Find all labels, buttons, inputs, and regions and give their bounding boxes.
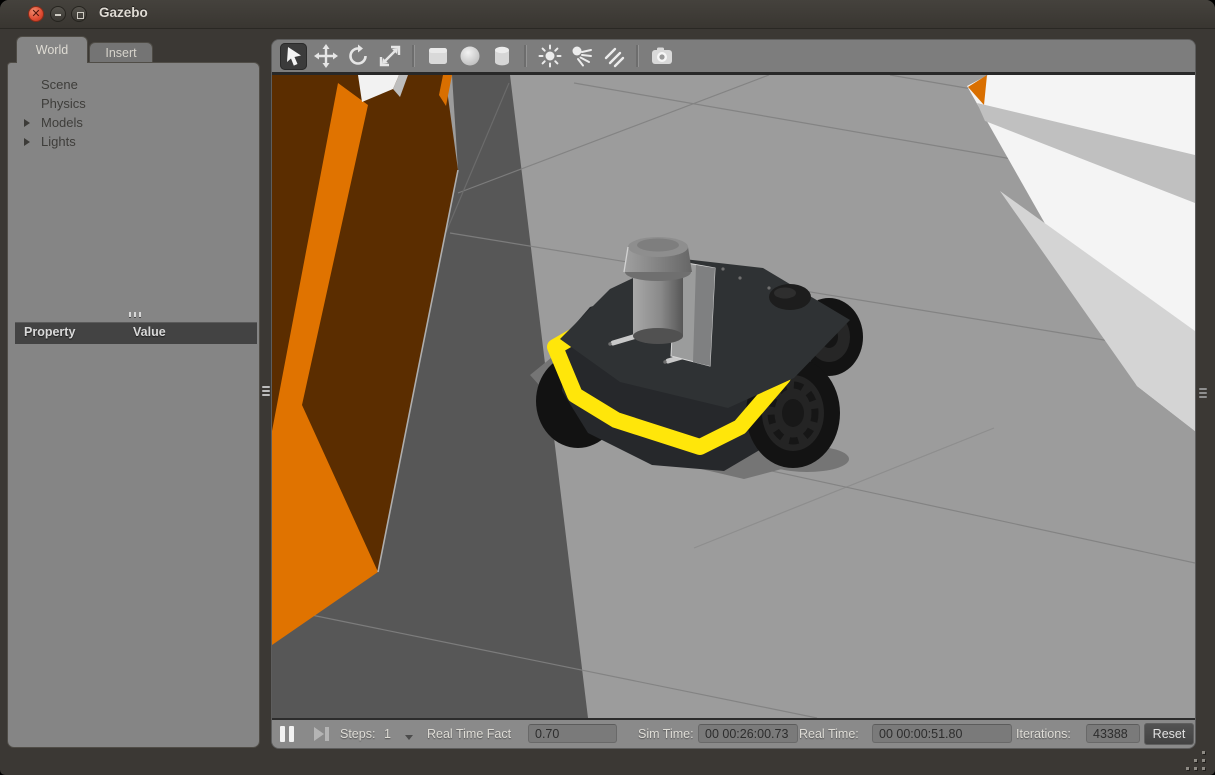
splitter-grip-icon[interactable] (129, 312, 147, 318)
tree-item-physics[interactable]: Physics (8, 94, 259, 113)
scale-icon (378, 44, 402, 68)
property-column-header[interactable]: Property (24, 325, 75, 339)
view-toolbar (272, 40, 1195, 72)
sphere-icon (457, 43, 483, 69)
render-3d-scene[interactable] (272, 75, 1195, 718)
left-panel: World Insert Scene Physics Models Lights… (7, 36, 260, 748)
translate-icon (314, 44, 338, 68)
panel-splitter-handle[interactable] (262, 384, 271, 400)
tree-item-lights[interactable]: Lights (8, 132, 259, 151)
tree-item-models[interactable]: Models (8, 113, 259, 132)
expand-arrow-icon[interactable] (24, 119, 30, 127)
step-button[interactable] (314, 727, 334, 742)
right-splitter-handle[interactable] (1199, 386, 1208, 402)
spot-light-icon (570, 44, 594, 68)
step-icon (314, 727, 324, 741)
directional-light-icon (602, 44, 626, 68)
property-table-header: Property Value (15, 322, 257, 344)
rtf-label: Real Time Fact (427, 727, 511, 741)
point-light-button[interactable] (536, 43, 563, 70)
world-tree-panel: Scene Physics Models Lights Property Val… (7, 62, 260, 748)
scale-tool-button[interactable] (376, 43, 403, 70)
steps-dropdown-icon[interactable] (405, 735, 413, 740)
tree-item-scene[interactable]: Scene (8, 75, 259, 94)
sim-time-label: Sim Time: (638, 727, 694, 741)
point-light-icon (538, 44, 562, 68)
iterations-field[interactable]: 43388 (1086, 724, 1140, 743)
spot-light-button[interactable] (568, 43, 595, 70)
sim-time-field[interactable]: 00 00:26:00.73 (698, 724, 798, 743)
minimize-button[interactable] (50, 6, 66, 22)
value-column-header[interactable]: Value (133, 325, 166, 339)
close-button[interactable]: ✕ (28, 6, 44, 22)
directional-light-button[interactable] (600, 43, 627, 70)
titlebar: ✕ Gazebo (0, 0, 1215, 29)
insert-sphere-button[interactable] (456, 43, 483, 70)
screenshot-button[interactable] (648, 43, 675, 70)
simulation-statusbar: Steps: 1 Real Time Fact 0.70 Sim Time: 0… (272, 718, 1195, 748)
reset-button[interactable]: Reset (1144, 723, 1194, 745)
rotate-icon (346, 44, 370, 68)
world-tree: Scene Physics Models Lights (8, 75, 259, 151)
toolbar-separator (412, 45, 415, 67)
iterations-label: Iterations: (1016, 727, 1071, 741)
box-icon (425, 43, 451, 69)
real-time-field[interactable]: 00 00:00:51.80 (872, 724, 1012, 743)
window-title: Gazebo (99, 5, 148, 20)
real-time-label: Real Time: (799, 727, 859, 741)
rotate-tool-button[interactable] (344, 43, 371, 70)
tab-world[interactable]: World (16, 36, 88, 63)
maximize-button[interactable] (71, 6, 87, 22)
resize-grip[interactable] (1185, 751, 1207, 771)
lidar-cylinder (633, 272, 683, 336)
rtf-field[interactable]: 0.70 (528, 724, 617, 743)
cylinder-icon (489, 43, 515, 69)
gazebo-window: ✕ Gazebo World Insert Scene Physics Mode… (0, 0, 1215, 775)
cursor-arrow-icon (282, 44, 306, 68)
insert-cylinder-button[interactable] (488, 43, 515, 70)
toolbar-separator (636, 45, 639, 67)
expand-arrow-icon[interactable] (24, 138, 30, 146)
tab-insert[interactable]: Insert (89, 42, 153, 63)
camera-icon (649, 43, 675, 69)
steps-value[interactable]: 1 (384, 727, 391, 741)
pause-button[interactable] (280, 726, 302, 743)
translate-tool-button[interactable] (312, 43, 339, 70)
steps-label: Steps: (340, 727, 375, 741)
insert-box-button[interactable] (424, 43, 451, 70)
render-viewport-frame: Steps: 1 Real Time Fact 0.70 Sim Time: 0… (272, 40, 1195, 748)
toolbar-separator (524, 45, 527, 67)
select-tool-button[interactable] (280, 43, 307, 70)
